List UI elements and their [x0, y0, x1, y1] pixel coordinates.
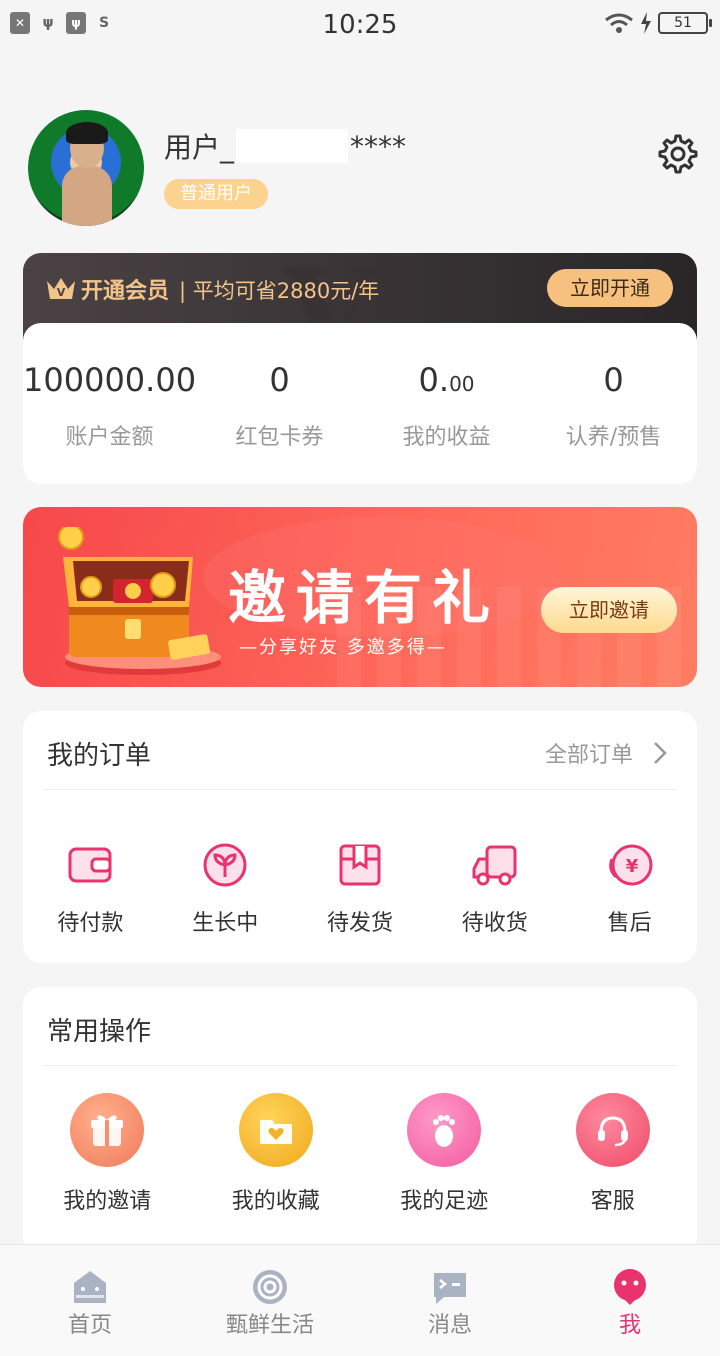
bottom-tab-bar: 首页 甄鲜生活 消息 我 — [0, 1244, 720, 1356]
gear-icon[interactable] — [654, 132, 698, 176]
charging-icon — [641, 12, 651, 34]
swirl-icon — [253, 1270, 287, 1304]
op-customer-service[interactable]: 客服 — [529, 1093, 698, 1215]
folder-heart-icon — [238, 1093, 313, 1167]
sprout-icon — [203, 843, 247, 887]
invite-now-button[interactable]: 立即邀请 — [541, 587, 677, 633]
message-icon — [434, 1273, 466, 1304]
op-my-favorites[interactable]: 我的收藏 — [192, 1093, 361, 1215]
invite-banner-subtitle: —分享好友 多邀多得— — [239, 637, 447, 658]
stat-value: 100000.00 — [23, 361, 197, 399]
stat-account-balance[interactable]: 100000.00 账户金额 — [23, 323, 196, 484]
order-item-label: 待发货 — [326, 911, 393, 936]
stat-adoption-presale[interactable]: 0 认养/预售 — [530, 323, 697, 484]
order-item-label: 待收货 — [461, 911, 528, 936]
svg-text:V: V — [57, 286, 66, 299]
stat-label: 我的收益 — [402, 425, 491, 450]
stat-value: 0 — [603, 361, 624, 399]
username-redacted — [236, 129, 349, 163]
order-status-row: 待付款 生长中 待发货 待收货 ¥ 售后 — [23, 841, 697, 937]
tab-me[interactable]: 我 — [540, 1245, 720, 1356]
order-item-label: 售后 — [607, 911, 652, 936]
op-label: 我的足迹 — [400, 1189, 489, 1214]
order-growing[interactable]: 生长中 — [158, 841, 293, 937]
profile-icon — [614, 1269, 646, 1305]
order-awaiting-shipment[interactable]: 待发货 — [293, 841, 428, 937]
op-my-invites[interactable]: 我的邀请 — [23, 1093, 192, 1215]
package-icon — [339, 844, 381, 886]
wallet-icon — [68, 847, 112, 883]
order-item-label: 待付款 — [57, 911, 124, 936]
order-awaiting-receipt[interactable]: 待收货 — [427, 841, 562, 937]
tab-label: 我 — [618, 1313, 641, 1338]
stat-label: 账户金额 — [65, 425, 154, 450]
op-label: 客服 — [590, 1189, 635, 1214]
stat-coupons[interactable]: 0 红包卡券 — [196, 323, 363, 484]
home-icon — [74, 1271, 106, 1303]
username-suffix: **** — [350, 129, 407, 163]
member-card: V V 开通会员 | 平均可省2880元/年 立即开通 100000.00 账户… — [23, 253, 697, 484]
treasure-chest-icon — [58, 527, 221, 675]
username-prefix: 用户_ — [164, 131, 235, 164]
vip-title: 开通会员 — [81, 279, 170, 304]
truck-icon — [472, 845, 517, 886]
chevron-right-icon — [654, 742, 667, 764]
crown-icon: V — [47, 278, 75, 299]
avatar[interactable] — [28, 110, 144, 226]
stat-label: 认养/预售 — [565, 425, 662, 450]
stat-value: 0.00 — [363, 361, 530, 401]
all-orders-link[interactable]: 全部订单 — [545, 737, 667, 769]
common-operations-card: 常用操作 我的邀请 我的收藏 我的足迹 客服 — [23, 987, 697, 1255]
footprint-icon — [407, 1093, 482, 1167]
common-operations-row: 我的邀请 我的收藏 我的足迹 客服 — [23, 1093, 697, 1215]
divider — [43, 789, 677, 790]
op-label: 我的邀请 — [63, 1189, 152, 1214]
stat-earnings[interactable]: 0.00 我的收益 — [363, 323, 530, 484]
tab-label: 首页 — [67, 1313, 112, 1338]
tab-home[interactable]: 首页 — [0, 1245, 180, 1356]
wifi-icon — [605, 13, 633, 33]
stat-label: 红包卡券 — [235, 425, 324, 450]
invite-banner-title: 邀请有礼 — [228, 564, 501, 632]
stat-value-main: 0. — [418, 361, 450, 399]
account-stats: 100000.00 账户金额 0 红包卡券 0.00 我的收益 0 认养/预售 — [23, 323, 697, 484]
tab-label: 甄鲜生活 — [225, 1313, 314, 1338]
op-label: 我的收藏 — [231, 1189, 320, 1214]
order-after-sales[interactable]: ¥ 售后 — [562, 841, 697, 937]
status-bar: ✕ ψ ψ S 10:25 51 — [0, 0, 720, 52]
gift-icon — [70, 1093, 145, 1167]
vip-subtitle: | 平均可省2880元/年 — [179, 279, 380, 303]
headset-icon — [575, 1093, 650, 1167]
battery-indicator: 51 — [658, 12, 712, 34]
orders-title: 我的订单 — [47, 741, 152, 771]
orders-card: 我的订单 全部订单 待付款 生长中 待发货 待收货 ¥ 售后 — [23, 711, 697, 963]
invite-banner[interactable]: 邀请有礼 —分享好友 多邀多得— 立即邀请 — [23, 507, 697, 687]
tab-messages[interactable]: 消息 — [360, 1245, 540, 1356]
common-operations-title: 常用操作 — [47, 1017, 152, 1047]
divider — [43, 1065, 677, 1066]
user-level-badge: 普通用户 — [164, 179, 268, 209]
open-membership-button[interactable]: 立即开通 — [547, 269, 673, 307]
username: 用户_ **** — [164, 126, 406, 166]
order-pending-payment[interactable]: 待付款 — [23, 841, 158, 937]
order-item-label: 生长中 — [192, 911, 259, 936]
status-icons-right: 51 — [604, 12, 712, 34]
refund-icon: ¥ — [608, 844, 653, 886]
all-orders-label: 全部订单 — [544, 743, 633, 768]
tab-fresh-life[interactable]: 甄鲜生活 — [180, 1245, 360, 1356]
stat-value: 0 — [269, 361, 290, 399]
tab-label: 消息 — [427, 1313, 472, 1338]
stat-value-cents: 00 — [449, 372, 475, 396]
op-my-footprints[interactable]: 我的足迹 — [360, 1093, 529, 1215]
svg-text:¥: ¥ — [625, 856, 638, 877]
